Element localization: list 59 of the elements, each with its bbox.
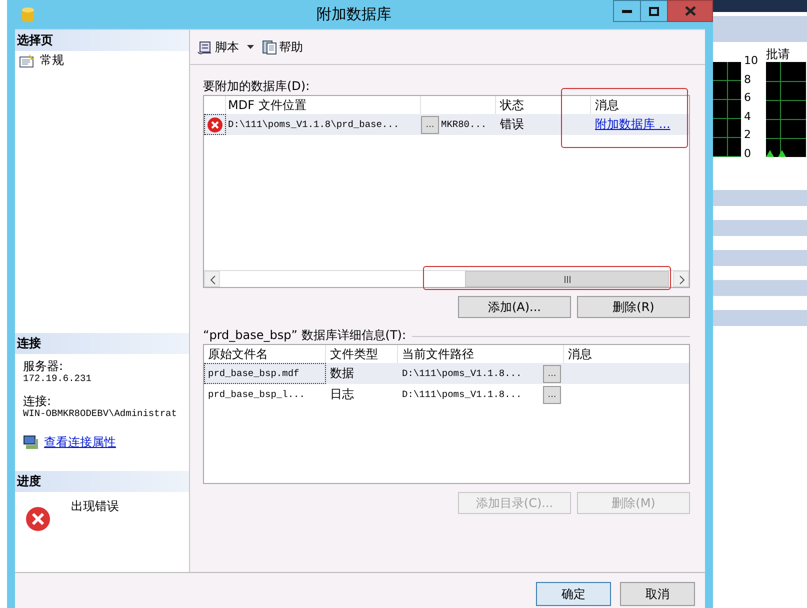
table-row[interactable]: D:\111\poms_V1.1.8\prd_base... ... MKR80... 错误 附加数据库 ... [204,114,689,136]
axis-tick: 2 [743,129,752,140]
close-button[interactable] [667,0,713,22]
window-title: 附加数据库 [316,5,392,24]
table-cell: D:\111\poms_V1.1.8... [402,368,522,380]
document-icon [262,39,277,56]
column-header: 消息 [594,97,620,114]
connection-properties-link[interactable]: 查看连接属性 [44,434,116,452]
section-header: 连接 [15,333,189,354]
minimize-icon [622,10,632,12]
details-label: “prd_base_bsp” 数据库详细信息(T): [203,328,406,342]
axis-tick: 6 [743,92,752,104]
form-icon [19,53,35,68]
table-cell-text: 错误 [499,116,525,134]
database-icon [22,6,34,23]
chart-label: 批请 [766,48,791,60]
axis-tick: 4 [743,110,752,122]
scrollbar-thumb[interactable] [465,271,669,288]
ok-button[interactable]: 确定 [536,582,611,606]
help-button[interactable]: 帮助 [262,38,303,56]
table-row[interactable]: prd_base_bsp_l... 日志 D:\111\poms_V1.1.8... ... [204,384,689,406]
browse-button[interactable]: ... [543,386,561,404]
connection-label: 连接: [23,395,52,408]
table-cell-text: prd_base_bsp_l... [207,388,306,402]
table-cell: prd_base_bsp.mdf [204,363,326,384]
table-row[interactable]: prd_base_bsp.mdf 数据 D:\111\poms_V1.1.8... ... [204,363,689,384]
scroll-left-icon[interactable] [204,271,220,288]
close-icon [684,6,696,16]
axis-tick: 10 [743,55,758,66]
browse-button[interactable]: ... [543,364,561,383]
server-value: 172.19.6.231 [23,373,92,386]
table-cell-text: 数据 [329,365,355,382]
sidebar-item[interactable]: 常规 [15,51,189,70]
section-header: 进度 [15,471,189,492]
scroll-right-icon[interactable] [673,271,689,288]
scroll-icon [197,40,213,55]
maximize-button[interactable] [640,0,668,22]
error-icon [25,506,51,532]
column-header: 消息 [567,346,593,364]
progress-status: 出现错误 [71,500,119,514]
section-header: 选择页 [15,30,189,52]
script-button[interactable]: 脚本 [197,38,239,56]
maximize-icon [649,6,659,16]
minimize-button[interactable] [613,0,641,22]
cancel-button[interactable]: 取消 [620,582,695,606]
dialog-button[interactable]: 删除(R) [577,296,690,318]
computer-icon [23,435,39,450]
message-link[interactable]: 附加数据库 ... [595,116,670,134]
server-label: 服务器: [23,360,64,374]
connection-value: WIN-OBMKR8ODEBV\Administrat [23,408,178,420]
browse-button[interactable]: ... [421,116,439,134]
table-cell-text: D:\111\poms_V1.1.8\prd_base... [227,118,400,132]
dialog-button[interactable]: 添加(A)... [458,296,571,318]
axis-tick: 8 [743,74,752,85]
databases-label: 要附加的数据库(D): [203,79,311,94]
axis-tick: 0 [743,148,752,159]
table-cell: D:\111\poms_V1.1.8... [402,388,522,401]
table-cell-text: 日志 [329,386,355,404]
table-cell: MKR80... [441,118,487,131]
